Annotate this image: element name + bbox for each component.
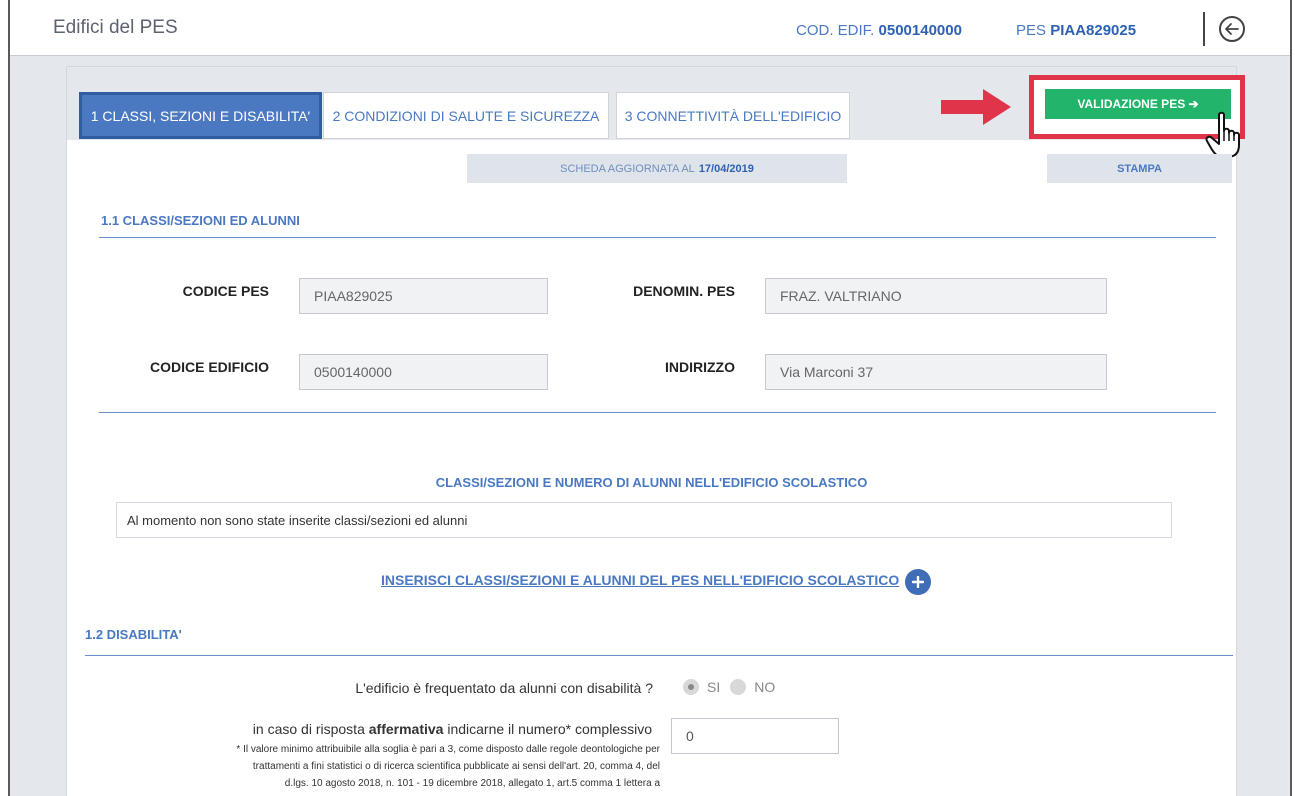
hand-cursor-icon: [1205, 111, 1240, 158]
top-bar: Edifici del PES COD. EDIF. 0500140000 PE…: [10, 0, 1290, 56]
radio-no-label: NO: [754, 679, 776, 695]
header-divider: [1203, 12, 1205, 46]
pes-code: PES PIAA829025: [1016, 22, 1136, 39]
count-question-prefix: in caso di risposta: [252, 721, 365, 737]
classes-table-title: CLASSI/SEZIONI E NUMERO DI ALUNNI NELL'E…: [435, 475, 868, 490]
building-code-label: COD. EDIF.: [796, 22, 875, 39]
tab-condizioni-salute[interactable]: 2 CONDIZIONI DI SALUTE E SICUREZZA: [323, 92, 609, 139]
section-divider: [99, 412, 1216, 413]
field-denomin-pes: FRAZ. VALTRIANO: [765, 278, 1107, 314]
section-title-disabilita: 1.2 DISABILITA': [85, 627, 182, 642]
updated-prefix: SCHEDA AGGIORNATA AL: [560, 162, 695, 175]
radio-no[interactable]: [730, 679, 747, 695]
note-line: * Il valore minimo attribuibile alla sog…: [236, 744, 660, 755]
add-classes-button[interactable]: [905, 569, 931, 595]
arrow-left-icon: [1225, 23, 1239, 35]
tab-connettivita[interactable]: 3 CONNETTIVITÀ DELL'EDIFICIO: [616, 92, 850, 139]
updated-date: 17/04/2019: [698, 162, 754, 175]
updated-bar: SCHEDA AGGIORNATA AL 17/04/2019: [467, 154, 847, 183]
count-question-bold: affermativa: [368, 721, 444, 737]
disability-count-input[interactable]: 0: [671, 718, 839, 754]
section-divider: [85, 655, 1233, 656]
count-question-suffix: indicarne il numero* complessivo: [447, 721, 652, 737]
main-card: 1 CLASSI, SEZIONI E DISABILITA' 2 CONDIZ…: [66, 66, 1245, 796]
label-codice-pes: CODICE PES: [182, 283, 269, 299]
note-line: d.lgs. 10 agosto 2018, n. 101 - 19 dicem…: [284, 778, 660, 789]
page-title: Edifici del PES: [53, 17, 178, 38]
disability-count-question: in caso di risposta affermativa indicarn…: [87, 721, 652, 737]
print-button[interactable]: STAMPA: [1047, 154, 1232, 183]
insert-classes-link[interactable]: INSERISCI CLASSI/SEZIONI E ALUNNI DEL PE…: [381, 572, 899, 588]
disability-radio-group: SI NO: [683, 679, 785, 695]
field-codice-edificio: 0500140000: [299, 354, 548, 390]
radio-si-label: SI: [707, 679, 721, 695]
back-button[interactable]: [1219, 16, 1245, 42]
note-line: trattamenti a fini statistici o di ricer…: [252, 761, 660, 772]
section-divider: [99, 237, 1216, 238]
field-codice-pes: PIAA829025: [299, 278, 548, 314]
label-codice-edificio: CODICE EDIFICIO: [149, 359, 269, 375]
field-indirizzo: Via Marconi 37: [765, 354, 1107, 390]
classes-empty-message: Al momento non sono state inserite class…: [116, 502, 1172, 538]
radio-si[interactable]: [683, 679, 699, 695]
label-indirizzo: INDIRIZZO: [665, 359, 735, 375]
radio-selected-dot: [688, 684, 694, 690]
threshold-note: * Il valore minimo attribuibile alla sog…: [75, 741, 660, 792]
tab-classi-sezioni[interactable]: 1 CLASSI, SEZIONI E DISABILITA': [79, 92, 322, 139]
building-code-value: 0500140000: [878, 22, 962, 39]
plus-icon: [912, 576, 924, 588]
validate-pes-button[interactable]: VALIDAZIONE PES ➔: [1045, 89, 1231, 119]
label-denomin-pes: DENOMIN. PES: [633, 283, 735, 299]
pes-code-label: PES: [1016, 22, 1047, 39]
red-arrow-icon: [941, 89, 1011, 125]
disability-question: L'edificio è frequentato da alunni con d…: [355, 680, 653, 696]
tab-bar: 1 CLASSI, SEZIONI E DISABILITA' 2 CONDIZ…: [67, 67, 1245, 158]
pes-code-value: PIAA829025: [1050, 22, 1137, 39]
building-code: COD. EDIF. 0500140000: [796, 22, 962, 39]
section-title-classi: 1.1 CLASSI/SEZIONI ED ALUNNI: [101, 213, 300, 228]
app-frame: Edifici del PES COD. EDIF. 0500140000 PE…: [8, 0, 1292, 796]
